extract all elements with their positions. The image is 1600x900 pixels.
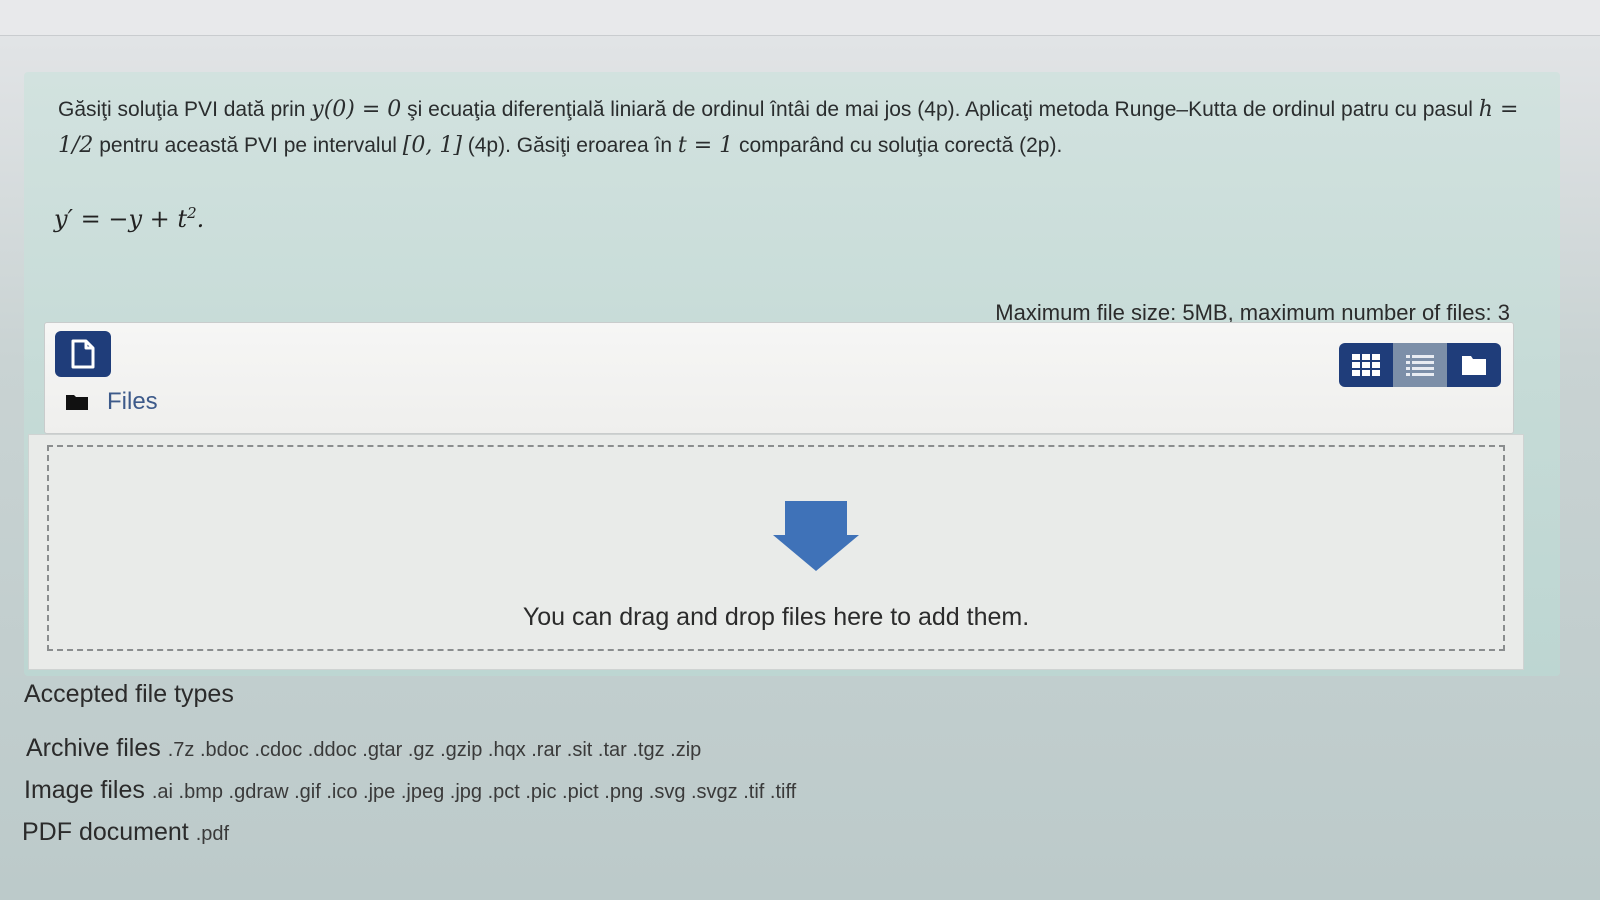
add-file-button[interactable] xyxy=(55,331,111,377)
drop-instructions: You can drag and drop files here to add … xyxy=(522,603,1030,631)
file-type-extensions: .ai .bmp .gdraw .gif .ico .jpe .jpeg .jp… xyxy=(151,781,797,803)
list-view-button[interactable] xyxy=(1393,343,1447,387)
drop-arrow-icon xyxy=(773,501,859,571)
breadcrumb: Files xyxy=(65,387,158,417)
breadcrumb-files[interactable]: Files xyxy=(107,388,158,416)
folder-view-icon xyxy=(1462,356,1486,375)
list-view-icon xyxy=(1406,355,1434,376)
file-type-label: Image files xyxy=(24,776,145,804)
question-text-part: pentru această PVI pe intervalul xyxy=(93,134,403,157)
file-type-row: Archive files .7z .bdoc .cdoc .ddoc .gta… xyxy=(26,734,701,763)
file-type-label: Archive files xyxy=(26,734,161,762)
folder-icon xyxy=(66,395,88,410)
initial-condition: y(0) = 0 xyxy=(311,97,402,122)
evaluation-point: t = 1 xyxy=(677,133,734,158)
file-type-extensions: .7z .bdoc .cdoc .ddoc .gtar .gz .gzip .h… xyxy=(167,739,702,761)
question-text-part: Găsiţi soluţia PVI dată prin xyxy=(58,98,312,121)
view-switcher xyxy=(1339,343,1501,387)
equation-body: y′ = −y + t xyxy=(54,205,188,233)
equation-exponent: 2 xyxy=(187,204,197,222)
top-strip xyxy=(0,0,1600,36)
grid-view-button[interactable] xyxy=(1339,343,1393,387)
equation-end: . xyxy=(196,205,205,233)
file-type-extensions: .pdf xyxy=(195,823,230,845)
differential-equation: y′ = −y + t2. xyxy=(54,204,204,233)
filemanager-toolbar: Files xyxy=(44,322,1514,434)
interval: [0, 1] xyxy=(402,133,462,158)
grid-view-icon xyxy=(1352,354,1380,376)
question-text-part: comparând cu soluţia corectă (2p). xyxy=(733,134,1063,157)
file-type-row: Image files .ai .bmp .gdraw .gif .ico .j… xyxy=(24,776,796,805)
question-text-part: şi ecuaţia diferenţială liniară de ordin… xyxy=(401,98,1479,121)
file-type-label: PDF document xyxy=(22,818,189,846)
add-file-icon xyxy=(71,339,95,369)
question-text-part: (4p). Găsiţi eroarea în xyxy=(461,134,678,157)
file-type-row: PDF document .pdf xyxy=(22,818,229,847)
dropzone[interactable]: You can drag and drop files here to add … xyxy=(47,445,1505,651)
accepted-file-types-heading: Accepted file types xyxy=(24,680,234,708)
folder-view-button[interactable] xyxy=(1447,343,1501,387)
dropzone-container: You can drag and drop files here to add … xyxy=(28,434,1524,670)
question-text: Găsiţi soluţia PVI dată prin y(0) = 0 şi… xyxy=(58,92,1528,164)
